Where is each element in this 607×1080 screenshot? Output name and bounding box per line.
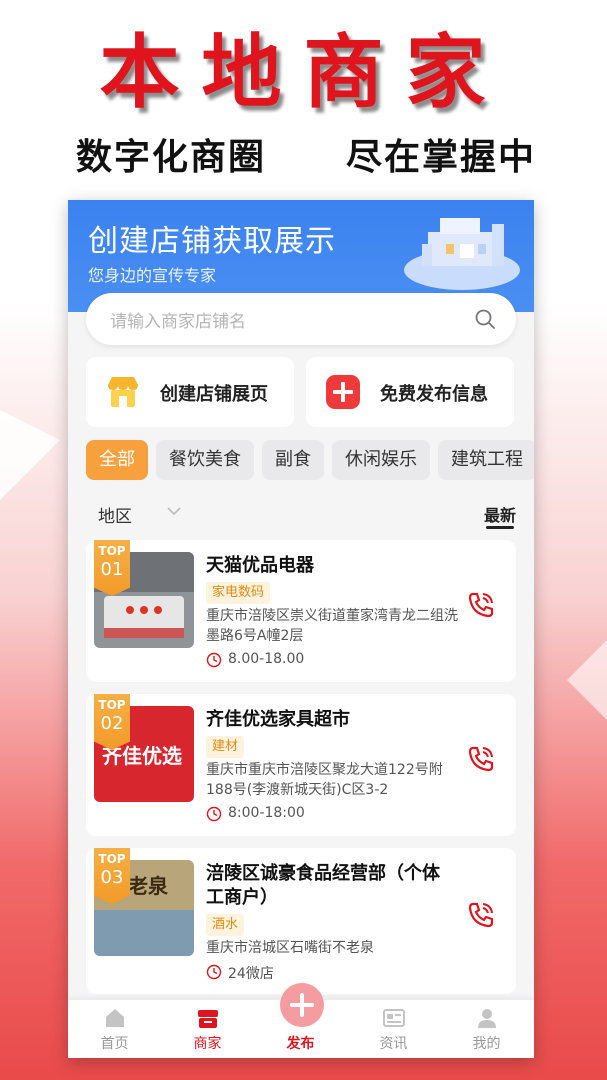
category-food[interactable]: 餐饮美食 bbox=[156, 440, 254, 480]
tab-home[interactable]: 首页 bbox=[68, 1000, 161, 1058]
create-store-button[interactable]: 创建店铺展页 bbox=[86, 357, 294, 427]
clock-icon bbox=[206, 964, 222, 980]
phone-call-icon[interactable] bbox=[466, 744, 496, 774]
store-category-tag: 酒水 bbox=[206, 914, 245, 936]
store-category-tag: 家电数码 bbox=[206, 582, 271, 604]
category-groceries[interactable]: 副食 bbox=[262, 440, 324, 480]
store-name: 天猫优品电器 bbox=[206, 555, 314, 576]
store-hours: 8:00-18:00 bbox=[228, 805, 305, 821]
clock-icon bbox=[206, 652, 222, 668]
store-card[interactable]: 齐佳优选 TOP 02 齐佳优选家具超市 建材 重庆市重庆市涪陵区聚龙大道122… bbox=[86, 694, 516, 836]
banner-title: 创建店铺获取展示 bbox=[88, 224, 336, 259]
decorative-shard bbox=[0, 410, 60, 500]
store-card[interactable]: 老泉 TOP 03 涪陵区诚豪食品经营部（个体工商户） 酒水 重庆市涪城区石嘴街… bbox=[86, 848, 516, 994]
promo-tagline-right: 尽在掌握中 bbox=[346, 136, 537, 178]
storefront-illustration-icon bbox=[404, 218, 520, 290]
shop-icon bbox=[108, 377, 138, 407]
publish-fab[interactable] bbox=[280, 983, 324, 1027]
chevron-down-icon[interactable] bbox=[166, 505, 182, 517]
store-card[interactable]: TOP 01 天猫优品电器 家电数码 重庆市涪陵区崇义街道董家湾青龙二组洗墨路6… bbox=[86, 540, 516, 682]
tab-news[interactable]: 资讯 bbox=[347, 1000, 440, 1058]
decorative-shard bbox=[567, 640, 607, 720]
rank-badge: TOP 03 bbox=[94, 848, 130, 904]
store-address: 重庆市涪城区石嘴街不老泉 bbox=[206, 940, 374, 956]
store-name: 涪陵区诚豪食品经营部（个体工商户） bbox=[206, 863, 440, 908]
thumbnail-logo-text: 老泉 bbox=[128, 874, 168, 898]
store-hours: 24微店 bbox=[228, 966, 274, 982]
store-address: 重庆市重庆市涪陵区聚龙大道122号附188号(李渡新城天街)C区3-2 bbox=[206, 762, 443, 798]
phone-call-icon[interactable] bbox=[466, 590, 496, 620]
search-bar[interactable]: 请输入商家店铺名 bbox=[86, 293, 516, 345]
publish-info-button[interactable]: 免费发布信息 bbox=[306, 357, 514, 427]
tab-profile[interactable]: 我的 bbox=[440, 1000, 533, 1058]
tab-merchants[interactable]: 商家 bbox=[161, 1000, 254, 1058]
plus-icon bbox=[326, 375, 360, 409]
category-all[interactable]: 全部 bbox=[86, 440, 148, 480]
home-icon bbox=[106, 1009, 124, 1027]
phone-call-icon[interactable] bbox=[466, 900, 496, 930]
plus-circle-icon bbox=[290, 993, 314, 1017]
store-category-tag: 建材 bbox=[206, 736, 245, 758]
news-icon bbox=[383, 1009, 405, 1027]
store-name: 齐佳优选家具超市 bbox=[206, 709, 350, 730]
category-tabs: 全部 餐饮美食 副食 休闲娱乐 建筑工程 bbox=[86, 440, 534, 484]
rank-badge: TOP 02 bbox=[94, 694, 130, 750]
rank-badge: TOP 01 bbox=[94, 540, 130, 596]
search-input[interactable]: 请输入商家店铺名 bbox=[110, 307, 246, 332]
user-icon bbox=[478, 1009, 496, 1028]
app-screen: 创建店铺获取展示 您身边的宣传专家 请输入商家店铺名 创建店铺展页 免费发布信息… bbox=[68, 200, 534, 1058]
category-construction[interactable]: 建筑工程 bbox=[438, 440, 534, 480]
category-leisure[interactable]: 休闲娱乐 bbox=[332, 440, 430, 480]
create-store-label: 创建店铺展页 bbox=[160, 384, 268, 405]
sort-newest[interactable]: 最新 bbox=[484, 502, 516, 526]
store-icon bbox=[198, 1010, 218, 1028]
region-filter[interactable]: 地区 bbox=[98, 502, 132, 527]
sort-underline bbox=[486, 526, 514, 529]
promo-tagline-left: 数字化商圈 bbox=[76, 136, 267, 178]
clock-icon bbox=[206, 806, 222, 822]
banner-subtitle: 您身边的宣传专家 bbox=[88, 266, 217, 285]
search-icon[interactable] bbox=[474, 308, 496, 330]
publish-info-label: 免费发布信息 bbox=[380, 384, 488, 405]
store-hours: 8.00-18.00 bbox=[228, 651, 305, 667]
filter-row: 地区 最新 bbox=[68, 496, 534, 536]
promo-headline: 本地商家 bbox=[99, 26, 508, 119]
store-address: 重庆市涪陵区崇义街道董家湾青龙二组洗墨路6号A幢2层 bbox=[206, 608, 458, 644]
